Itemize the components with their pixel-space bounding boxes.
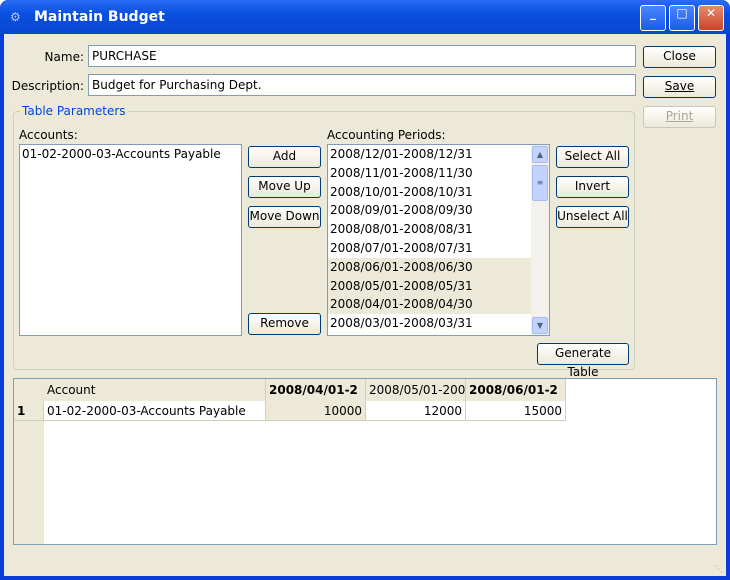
period-item[interactable]: 2008/06/01-2008/06/30	[328, 257, 549, 277]
scroll-down-icon[interactable]: ▼	[532, 317, 548, 334]
remove-button[interactable]: Remove	[248, 313, 321, 335]
select-all-button[interactable]: Select All	[556, 146, 629, 168]
table-cell-value[interactable]: 12000	[366, 401, 466, 421]
description-label: Description:	[11, 79, 84, 93]
column-header-period[interactable]: 2008/06/01-2	[466, 379, 566, 401]
dialog-body: Name: PURCHASE Description: Budget for P…	[4, 34, 726, 576]
close-icon: ✕	[705, 6, 717, 20]
name-input[interactable]: PURCHASE	[88, 45, 636, 67]
move-down-button[interactable]: Move Down	[248, 206, 321, 228]
period-item[interactable]: 2008/05/01-2008/05/31	[328, 276, 549, 296]
table-cell-value[interactable]: 15000	[466, 401, 566, 421]
periods-scrollbar[interactable]: ▲ ≡ ▼	[531, 145, 549, 335]
window-title: Maintain Budget	[34, 9, 165, 25]
print-button[interactable]: Print	[643, 106, 716, 128]
title-bar[interactable]: ⚙ Maintain Budget _ □ ✕	[0, 0, 730, 34]
table-cell-account[interactable]: 01-02-2000-03-Accounts Payable	[44, 401, 266, 421]
minimize-button[interactable]: _	[640, 5, 666, 31]
resize-grip-icon[interactable]: ⋱	[714, 565, 723, 575]
table-cell-value[interactable]: 10000	[266, 401, 366, 421]
account-item[interactable]: 01-02-2000-03-Accounts Payable	[20, 145, 241, 164]
period-item[interactable]: 2008/12/01-2008/12/31	[328, 145, 549, 164]
period-item[interactable]: 2008/11/01-2008/11/30	[328, 164, 549, 183]
add-button[interactable]: Add	[248, 146, 321, 168]
maximize-icon: □	[676, 6, 688, 20]
table-parameters-legend: Table Parameters	[22, 104, 126, 118]
maximize-button[interactable]: □	[669, 5, 695, 31]
name-label: Name:	[44, 50, 84, 64]
column-header-period[interactable]: 2008/04/01-2	[266, 379, 366, 401]
column-header-account[interactable]: Account	[44, 379, 266, 401]
column-header-period[interactable]: 2008/05/01-200	[366, 379, 466, 401]
period-item[interactable]: 2008/03/01-2008/03/31	[328, 314, 549, 333]
period-item[interactable]: 2008/10/01-2008/10/31	[328, 183, 549, 202]
maintain-budget-window: ⚙ Maintain Budget _ □ ✕ Name: PURCHASE D…	[0, 0, 730, 580]
row-number: 1	[14, 401, 44, 421]
close-button[interactable]: Close	[643, 46, 716, 68]
scroll-up-icon[interactable]: ▲	[532, 146, 548, 163]
periods-label: Accounting Periods:	[327, 128, 446, 142]
scroll-thumb[interactable]: ≡	[532, 165, 548, 201]
minimize-icon: _	[650, 6, 656, 20]
move-up-button[interactable]: Move Up	[248, 176, 321, 198]
period-item[interactable]: 2008/07/01-2008/07/31	[328, 239, 549, 258]
unselect-all-button[interactable]: Unselect All	[556, 206, 629, 228]
budget-table[interactable]: Account 2008/04/01-2 2008/05/01-200 2008…	[13, 378, 717, 545]
description-input[interactable]: Budget for Purchasing Dept.	[88, 74, 636, 96]
generate-table-button[interactable]: Generate Table	[537, 343, 629, 379]
invert-button[interactable]: Invert	[556, 176, 629, 198]
periods-list[interactable]: 2008/12/01-2008/12/31 2008/11/01-2008/11/…	[327, 144, 550, 336]
period-item[interactable]: 2008/08/01-2008/08/31	[328, 220, 549, 239]
app-icon: ⚙	[10, 10, 21, 24]
accounts-list[interactable]: 01-02-2000-03-Accounts Payable	[19, 144, 242, 336]
save-button[interactable]: Save	[643, 76, 716, 98]
accounts-label: Accounts:	[19, 128, 78, 142]
close-window-button[interactable]: ✕	[698, 5, 724, 31]
period-item[interactable]: 2008/09/01-2008/09/30	[328, 201, 549, 220]
period-item[interactable]: 2008/04/01-2008/04/30	[328, 295, 549, 315]
